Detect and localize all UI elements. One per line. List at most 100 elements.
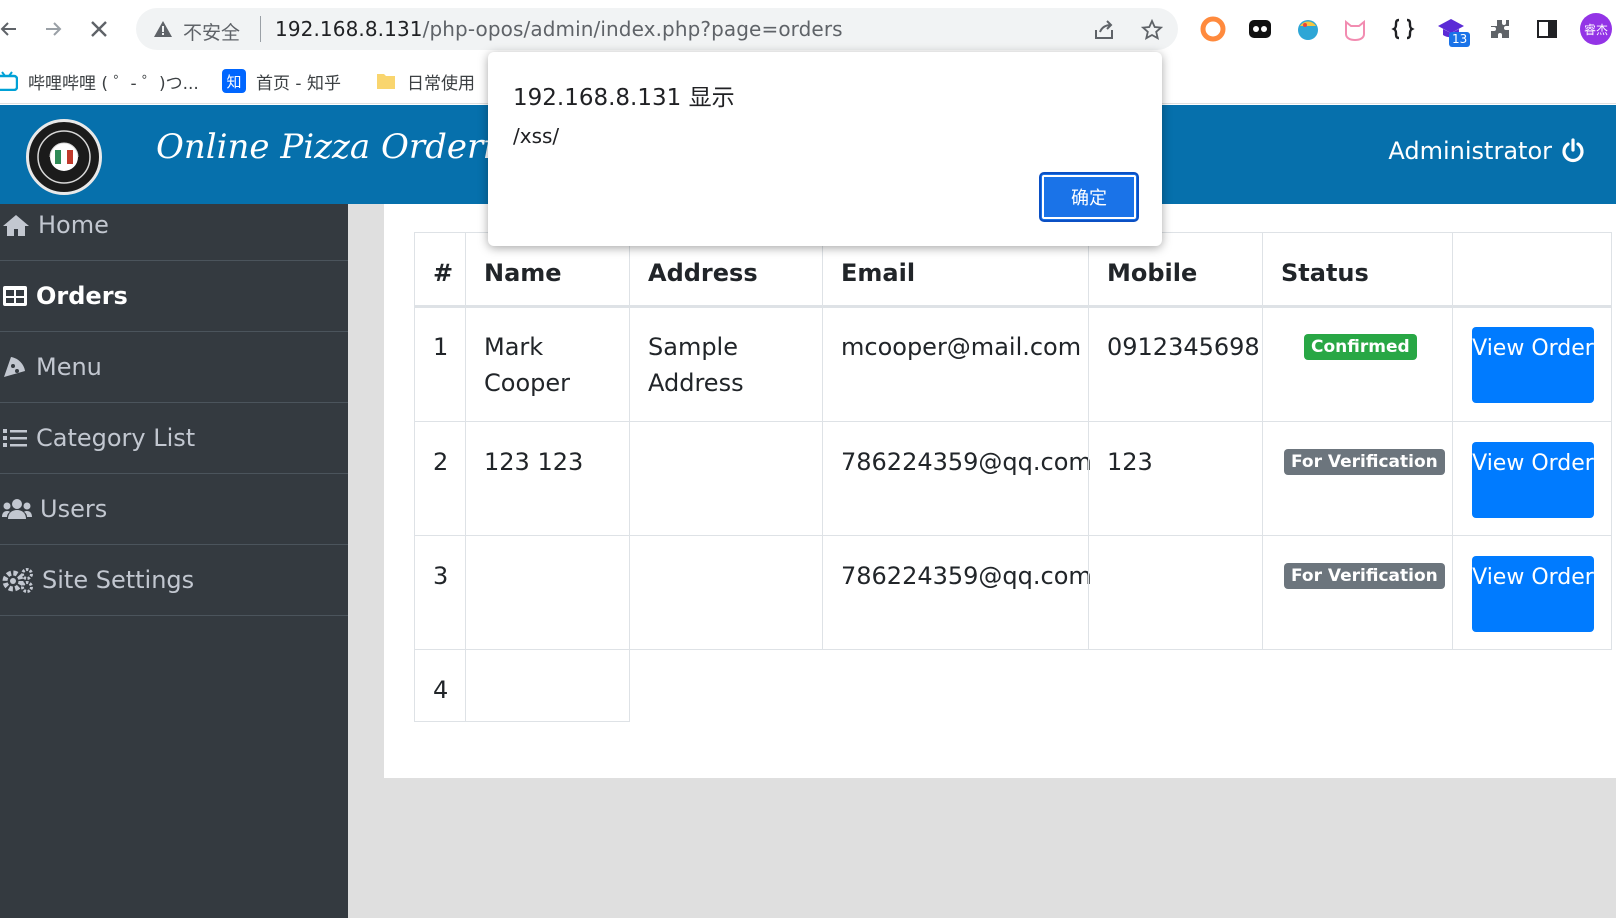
order-cell-email: 786224359@qq.com	[822, 535, 1092, 650]
puzzle-icon	[1491, 20, 1509, 38]
sidebar-item-label: Category List	[36, 424, 196, 452]
mask-icon	[1249, 20, 1271, 38]
warning-icon	[154, 21, 172, 37]
zhihu-icon: 知	[222, 69, 246, 93]
sidebar-item-category-list[interactable]: Category List	[0, 403, 348, 474]
back-button[interactable]	[0, 12, 26, 46]
admin-user-menu[interactable]: Administrator	[1388, 137, 1586, 165]
sidebar-item-menu[interactable]: Menu	[0, 332, 348, 403]
close-icon	[91, 21, 107, 37]
extension-orange[interactable]	[1198, 14, 1228, 44]
status-badge: For Verification	[1284, 563, 1445, 589]
extension-json[interactable]	[1388, 14, 1418, 44]
address-bar[interactable]: 不安全 192.168.8.131/php-opos/admin/index.p…	[136, 8, 1178, 50]
browser-toolbar: 不安全 192.168.8.131/php-opos/admin/index.p…	[0, 0, 1616, 58]
sidebar-item-orders[interactable]: Orders	[0, 261, 348, 332]
order-cell-status	[1262, 306, 1453, 422]
view-order-button[interactable]: View Order	[1472, 442, 1594, 518]
url-host: 192.168.8.131	[275, 17, 423, 41]
share-icon	[1095, 20, 1113, 39]
side-panel-icon	[1537, 20, 1557, 38]
url-path: /php-opos/admin/index.php?page=orders	[422, 17, 843, 41]
pizza-icon	[4, 357, 25, 377]
dialog-ok-button[interactable]: 确定	[1039, 172, 1139, 222]
bookmark-label: 首页 - 知乎	[256, 73, 341, 94]
order-cell-number: 4	[414, 649, 466, 722]
bookmark-star-button[interactable]	[1139, 17, 1165, 43]
column-header-number: #	[414, 232, 466, 308]
forward-button[interactable]	[36, 12, 70, 46]
extension-bowl[interactable]	[1293, 14, 1323, 44]
arrow-left-icon	[0, 22, 16, 36]
sidebar-item-site-settings[interactable]: Site Settings	[0, 545, 348, 616]
power-icon[interactable]	[1560, 138, 1586, 164]
cogs-icon	[2, 568, 33, 593]
tv-icon	[0, 71, 18, 91]
profile-avatar[interactable]: 睿杰	[1580, 13, 1612, 45]
sidebar-item-label: Orders	[36, 282, 128, 310]
extension-mask[interactable]	[1245, 14, 1275, 44]
bookmark-label: 日常使用	[407, 73, 475, 94]
order-cell-mobile: 0912345698	[1088, 306, 1263, 422]
folder-icon	[377, 74, 395, 89]
order-cell-name: Mark Cooper	[465, 306, 630, 422]
order-cell-number: 1	[414, 306, 466, 422]
arrow-right-icon	[46, 22, 62, 36]
sidebar-item-label: Home	[38, 211, 109, 239]
status-badge: Confirmed	[1304, 334, 1417, 360]
column-header-status: Status	[1262, 232, 1453, 308]
address-separator	[260, 16, 261, 42]
order-cell-address: Sample Address	[629, 306, 823, 422]
cat-icon	[1345, 19, 1365, 42]
extensions-button[interactable]	[1485, 14, 1515, 44]
alert-dialog: 192.168.8.131 显示 /xss/ 确定	[488, 52, 1162, 246]
braces-icon	[1391, 18, 1415, 40]
list-icon	[3, 429, 27, 447]
extension-badge: 13	[1449, 32, 1471, 47]
view-order-button[interactable]: View Order	[1472, 327, 1594, 403]
order-cell-name: 123 123	[465, 421, 630, 536]
order-cell-name	[465, 535, 630, 650]
order-cell-email: 786224359@qq.com	[822, 421, 1092, 536]
admin-username: Administrator	[1388, 137, 1552, 165]
order-cell-email: mcooper@mail.com	[822, 306, 1089, 422]
bowl-icon	[1298, 20, 1318, 40]
users-icon	[2, 499, 32, 519]
svg-text:知: 知	[226, 73, 241, 91]
sidebar-item-users[interactable]: Users	[0, 474, 348, 545]
ring-icon	[1200, 16, 1226, 42]
star-icon	[1141, 19, 1163, 40]
order-cell-mobile	[1088, 535, 1263, 650]
order-cell-number: 2	[414, 421, 466, 536]
table-icon	[3, 286, 27, 306]
extension-cat[interactable]	[1340, 14, 1370, 44]
sidebar-item-home[interactable]: Home	[0, 190, 348, 261]
order-cell-address	[629, 421, 823, 536]
sidebar-item-label: Users	[40, 495, 108, 523]
bookmark-zhihu[interactable]: 知 首页 - 知乎	[222, 68, 341, 94]
stop-loading-button[interactable]	[82, 12, 116, 46]
bookmark-bilibili[interactable]: 哔哩哔哩 ( ゜- ゜)つ...	[0, 68, 199, 94]
share-button[interactable]	[1091, 17, 1117, 43]
status-badge: For Verification	[1284, 449, 1445, 475]
dialog-title: 192.168.8.131 显示	[513, 85, 735, 111]
side-panel-button[interactable]	[1532, 14, 1562, 44]
column-header-action	[1452, 232, 1612, 308]
order-cell-status	[1262, 535, 1453, 650]
order-cell-address	[629, 535, 823, 650]
order-cell-status	[1262, 421, 1453, 536]
order-cell-name	[465, 649, 630, 722]
dialog-message: /xss/	[513, 124, 560, 148]
url-text[interactable]: 192.168.8.131/php-opos/admin/index.php?p…	[275, 17, 843, 41]
insecure-label[interactable]: 不安全	[183, 18, 240, 45]
order-cell-number: 3	[414, 535, 466, 650]
home-icon	[3, 215, 29, 236]
bookmark-folder[interactable]: 日常使用	[375, 68, 475, 94]
sidebar: Home Orders Menu Category List Users Sit…	[0, 204, 348, 918]
sidebar-item-label: Menu	[36, 353, 102, 381]
sidebar-item-label: Site Settings	[42, 566, 195, 594]
pizza-logo-icon	[37, 130, 91, 184]
pizzeria-logo	[26, 119, 102, 195]
bookmark-label: 哔哩哔哩 ( ゜- ゜)つ...	[28, 73, 199, 94]
view-order-button[interactable]: View Order	[1472, 556, 1594, 632]
